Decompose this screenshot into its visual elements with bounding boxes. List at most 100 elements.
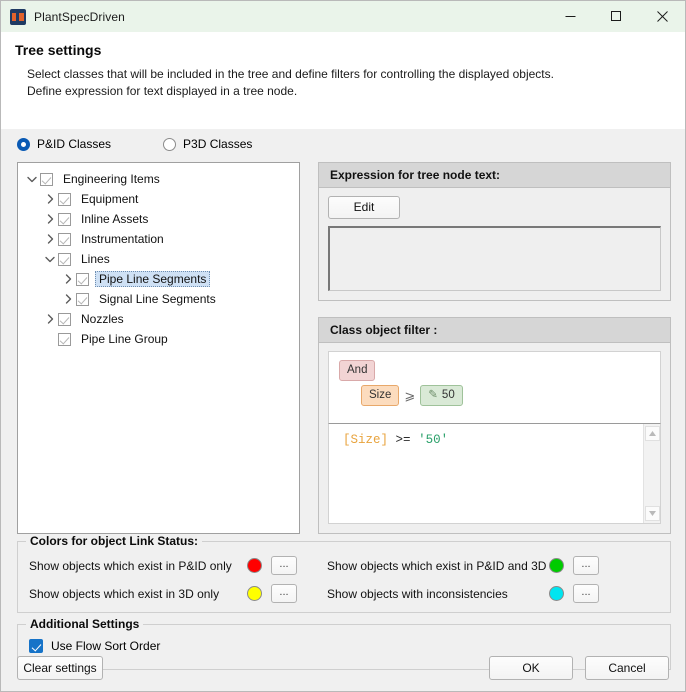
tree-node-label: Signal Line Segments <box>99 292 216 306</box>
window-controls <box>547 1 685 32</box>
link-status-color-row: Show objects which exist in P&ID and 3D.… <box>327 556 599 575</box>
chevron-right-icon[interactable] <box>42 234 58 244</box>
filter-group-header: Class object filter : <box>319 318 670 343</box>
ok-button[interactable]: OK <box>489 656 573 680</box>
filter-builder[interactable]: And Size ⩾ ✎ 50 <box>328 351 661 423</box>
chevron-right-icon[interactable] <box>42 214 58 224</box>
scroll-up-arrow-icon[interactable] <box>644 426 660 441</box>
application-window: PlantSpecDriven Tree settings Select cla… <box>0 0 686 692</box>
filter-code-area[interactable]: [Size] >= '50' <box>328 423 661 524</box>
chevron-right-icon[interactable] <box>42 194 58 204</box>
tree-node-label: Instrumentation <box>81 232 164 246</box>
tree-node[interactable]: Instrumentation <box>18 229 299 249</box>
tree-node-checkbox[interactable] <box>58 252 71 266</box>
cancel-button[interactable]: Cancel <box>585 656 669 680</box>
header-area: Tree settings Select classes that will b… <box>1 32 685 129</box>
expression-group: Expression for tree node text: Edit <box>318 162 671 301</box>
link-status-color-row: Show objects with inconsistencies... <box>327 584 599 603</box>
link-status-color-swatch <box>549 586 564 601</box>
pencil-icon: ✎ <box>428 389 438 401</box>
link-status-color-picker-button[interactable]: ... <box>573 584 599 603</box>
window-content: Tree settings Select classes that will b… <box>1 32 685 691</box>
edit-expression-button[interactable]: Edit <box>328 196 400 219</box>
tree-node[interactable]: Equipment <box>18 189 299 209</box>
tree-node[interactable]: Signal Line Segments <box>18 289 299 309</box>
title-bar: PlantSpecDriven <box>1 1 685 32</box>
filter-logic-token[interactable]: And <box>339 360 376 381</box>
class-tree-panel[interactable]: Engineering Items Equipment Inline Assets I… <box>17 162 300 534</box>
link-status-color-picker-button[interactable]: ... <box>271 584 297 603</box>
link-status-label: Show objects which exist in 3D only <box>29 586 220 601</box>
header-description-line1: Select classes that will be included in … <box>27 67 554 81</box>
tree-node-label: Inline Assets <box>81 212 149 226</box>
link-status-color-swatch <box>247 558 262 573</box>
radio-pid-classes-dot <box>17 137 30 151</box>
right-column: Expression for tree node text: Edit Clas… <box>318 162 671 534</box>
tree-node-label: Nozzles <box>81 312 124 326</box>
filter-operator-token[interactable]: ⩾ <box>404 388 415 404</box>
tree-node[interactable]: Lines <box>18 249 299 269</box>
tree-node-checkbox[interactable] <box>76 272 89 286</box>
minimize-icon[interactable] <box>547 1 593 32</box>
expression-group-body: Edit <box>319 188 670 300</box>
tree-node-label: Engineering Items <box>63 172 160 186</box>
tree-node[interactable]: Engineering Items <box>18 169 299 189</box>
link-status-color-swatch <box>549 558 564 573</box>
link-status-color-row: Show objects which exist in P&ID only... <box>29 556 297 575</box>
filter-code-text: [Size] >= '50' <box>329 424 643 523</box>
tree-node[interactable]: Pipe Line Segments <box>18 269 299 289</box>
close-icon[interactable] <box>639 1 685 32</box>
link-status-color-row: Show objects which exist in 3D only... <box>29 584 297 603</box>
tree-node-label: Pipe Line Group <box>81 332 168 346</box>
radio-pid-classes-label: P&ID Classes <box>37 137 112 151</box>
tree-node[interactable]: Pipe Line Group <box>18 329 299 349</box>
link-status-label: Show objects which exist in P&ID and 3D <box>327 558 547 573</box>
tree-node-checkbox[interactable] <box>76 292 89 306</box>
filter-code-scrollbar[interactable] <box>643 424 660 523</box>
expression-group-header: Expression for tree node text: <box>319 163 670 188</box>
code-field: [Size] <box>343 433 389 447</box>
colors-grid: Show objects which exist in P&ID only...… <box>18 542 670 612</box>
link-status-label: Show objects with inconsistencies <box>327 586 508 601</box>
filter-condition-row: Size ⩾ ✎ 50 <box>361 385 660 406</box>
filter-group-body: And Size ⩾ ✎ 50 [Size] >= '50' <box>319 343 670 533</box>
radio-p3d-classes-dot <box>163 137 177 151</box>
tree-node-label: Pipe Line Segments <box>95 271 211 287</box>
chevron-right-icon[interactable] <box>42 314 58 324</box>
tree-node[interactable]: Inline Assets <box>18 209 299 229</box>
tree-node-checkbox[interactable] <box>58 212 71 226</box>
link-status-color-picker-button[interactable]: ... <box>271 556 297 575</box>
settings-area: P&ID Classes P3D Classes Engineering Ite… <box>1 129 685 691</box>
dialog-footer: Clear settings OK Cancel <box>1 647 685 691</box>
chevron-down-icon[interactable] <box>24 176 40 183</box>
radio-p3d-classes[interactable]: P3D Classes <box>163 137 252 151</box>
window-title: PlantSpecDriven <box>34 9 125 24</box>
main-split: Engineering Items Equipment Inline Assets I… <box>17 162 671 534</box>
clear-settings-button[interactable]: Clear settings <box>17 656 103 680</box>
link-status-color-picker-button[interactable]: ... <box>573 556 599 575</box>
class-mode-radio-group: P&ID Classes P3D Classes <box>1 129 685 159</box>
tree-node[interactable]: Nozzles <box>18 309 299 329</box>
scroll-down-arrow-icon[interactable] <box>644 506 660 521</box>
class-tree[interactable]: Engineering Items Equipment Inline Assets I… <box>18 163 299 349</box>
chevron-right-icon[interactable] <box>60 294 76 304</box>
filter-value-token[interactable]: ✎ 50 <box>420 385 463 406</box>
tree-node-checkbox[interactable] <box>58 192 71 206</box>
chevron-down-icon[interactable] <box>42 256 58 263</box>
link-status-color-swatch <box>247 586 262 601</box>
tree-node-checkbox[interactable] <box>40 172 53 186</box>
tree-node-label: Lines <box>81 252 110 266</box>
chevron-right-icon[interactable] <box>60 274 76 284</box>
header-description: Select classes that will be included in … <box>27 66 671 100</box>
radio-pid-classes[interactable]: P&ID Classes <box>17 137 111 151</box>
tree-node-checkbox[interactable] <box>58 332 71 346</box>
maximize-icon[interactable] <box>593 1 639 32</box>
plant-app-icon <box>10 8 26 25</box>
tree-node-checkbox[interactable] <box>58 312 71 326</box>
link-status-label: Show objects which exist in P&ID only <box>29 558 232 573</box>
header-description-line2: Define expression for text displayed in … <box>27 84 298 98</box>
tree-node-checkbox[interactable] <box>58 232 71 246</box>
tree-node-label: Equipment <box>81 192 139 206</box>
filter-field-token[interactable]: Size <box>361 385 400 406</box>
expression-textarea[interactable] <box>328 226 661 291</box>
